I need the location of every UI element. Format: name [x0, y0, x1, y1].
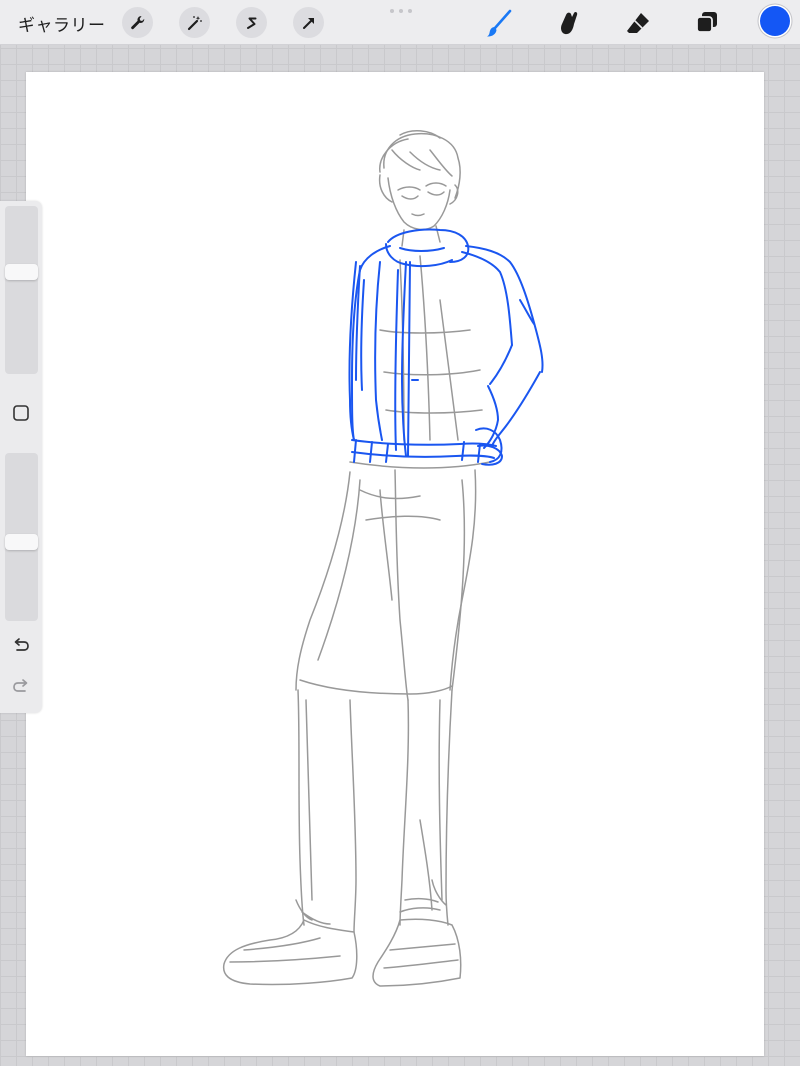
brush-size-slider[interactable] [5, 206, 38, 374]
selection-s-icon [246, 17, 256, 29]
opacity-slider-thumb[interactable] [5, 534, 38, 550]
layers-icon [696, 12, 717, 33]
eraser-tool-button[interactable] [621, 6, 655, 40]
opacity-slider[interactable] [5, 453, 38, 621]
color-picker-button[interactable] [760, 6, 790, 36]
left-sidebar [0, 201, 42, 713]
eraser-icon [627, 13, 649, 33]
magic-wand-icon [187, 15, 202, 30]
undo-button[interactable] [9, 634, 33, 658]
redo-button[interactable] [9, 675, 33, 699]
adjustments-button[interactable] [179, 7, 210, 38]
modify-square-icon [13, 405, 29, 421]
arrow-transform-icon [302, 17, 314, 29]
selection-button[interactable] [236, 7, 267, 38]
transform-button[interactable] [293, 7, 324, 38]
smudge-icon [561, 11, 578, 35]
drawing-canvas[interactable] [26, 72, 764, 1056]
redo-icon [13, 679, 28, 692]
smudge-tool-button[interactable] [552, 6, 586, 40]
layers-button[interactable] [690, 6, 724, 40]
top-toolbar: ギャラリー [0, 0, 800, 45]
gallery-button[interactable]: ギャラリー [18, 11, 106, 36]
modify-button[interactable] [9, 401, 33, 425]
actions-button[interactable] [122, 7, 153, 38]
brush-icon [487, 9, 512, 37]
brush-tool-button[interactable] [482, 6, 516, 40]
wrench-icon [130, 15, 144, 29]
brush-size-slider-thumb[interactable] [5, 264, 38, 280]
toolbar-handle[interactable] [390, 9, 412, 13]
undo-icon [14, 638, 29, 651]
sketch-artwork [222, 130, 544, 987]
